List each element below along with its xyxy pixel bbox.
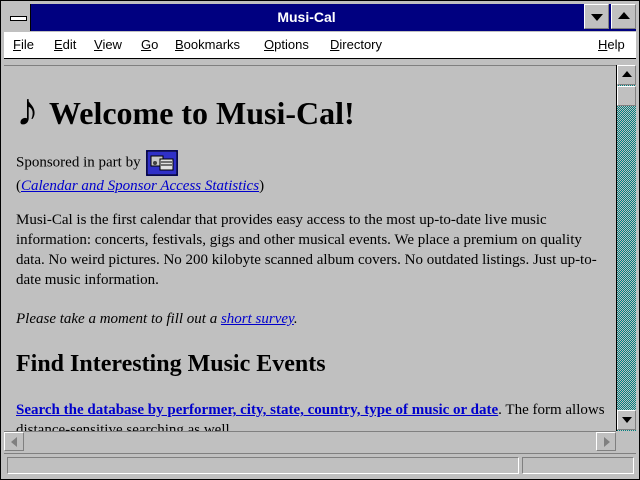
maximize-button[interactable]	[611, 4, 636, 29]
intro-paragraph: Musi-Cal is the first calendar that prov…	[16, 212, 597, 288]
maximize-icon	[618, 12, 630, 19]
system-menu-button[interactable]	[4, 4, 31, 31]
menu-bookmarks[interactable]: Bookmarks	[175, 37, 240, 52]
menu-bar: File Edit View Go Bookmarks Options Dire…	[4, 32, 636, 59]
stats-close-paren: )	[259, 178, 265, 194]
arrow-up-icon	[622, 71, 632, 77]
status-bar	[4, 453, 636, 477]
sponsor-logo-icon[interactable]	[146, 150, 179, 176]
title-bar[interactable]: Musi-Cal	[4, 4, 636, 31]
window-title: Musi-Cal	[277, 9, 336, 25]
menu-options[interactable]: Options	[264, 37, 309, 52]
minimize-icon	[591, 14, 603, 21]
page-title-text: Welcome to Musi-Cal!	[49, 95, 355, 131]
menu-go[interactable]: Go	[141, 37, 158, 52]
menu-help[interactable]: Help	[598, 37, 625, 52]
menu-view[interactable]: View	[94, 37, 122, 52]
scroll-left-button[interactable]	[4, 432, 24, 451]
menu-directory[interactable]: Directory	[330, 37, 382, 52]
progress-indicator	[522, 457, 634, 474]
scroll-down-button[interactable]	[617, 410, 636, 430]
minimize-button[interactable]	[584, 4, 609, 29]
survey-suffix: .	[293, 311, 298, 327]
arrow-right-icon	[604, 437, 610, 447]
section-heading: Find Interesting Music Events	[16, 351, 326, 377]
survey-line: Please take a moment to fill out a short…	[16, 309, 606, 329]
page-title: ♪ Welcome to Musi-Cal!	[16, 76, 606, 135]
page-content: ♪ Welcome to Musi-Cal! Sponsored in part …	[4, 65, 616, 432]
vertical-scroll-thumb[interactable]	[617, 86, 636, 106]
scroll-up-button[interactable]	[617, 65, 636, 85]
search-link[interactable]: Search the database by performer, city, …	[16, 402, 498, 418]
vertical-scrollbar[interactable]	[616, 65, 636, 431]
sponsor-line: Sponsored in part by	[16, 150, 606, 176]
horizontal-scrollbar[interactable]	[4, 431, 616, 452]
browser-window: Musi-Cal File Edit View Go Bookmarks Opt…	[0, 0, 640, 480]
status-message	[7, 457, 519, 474]
survey-prefix: Please take a moment to fill out a	[16, 311, 221, 327]
stats-line: (Calendar and Sponsor Access Statistics)	[16, 176, 606, 196]
arrow-left-icon	[11, 437, 17, 447]
music-note-icon: ♪	[16, 84, 39, 135]
arrow-down-icon	[622, 417, 632, 423]
menu-file[interactable]: File	[13, 37, 34, 52]
system-menu-icon	[10, 16, 27, 21]
scrollbar-corner	[616, 431, 636, 451]
scroll-right-button[interactable]	[596, 432, 616, 451]
search-line: Search the database by performer, city, …	[16, 400, 606, 432]
sponsor-text: Sponsored in part by	[16, 154, 141, 171]
menu-edit[interactable]: Edit	[54, 37, 76, 52]
stats-link[interactable]: Calendar and Sponsor Access Statistics	[21, 178, 259, 194]
survey-link[interactable]: short survey	[221, 311, 294, 327]
